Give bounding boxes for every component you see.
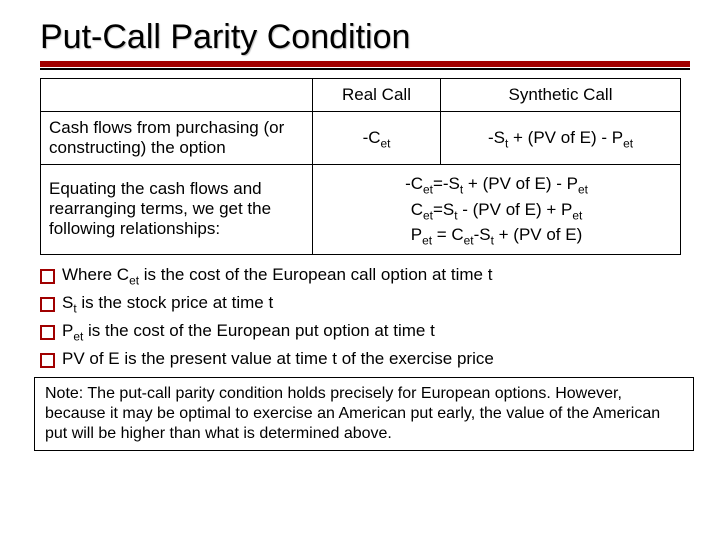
equation-3: Pet = Cet-St + (PV of E) xyxy=(321,222,672,248)
row1-real: -Cet xyxy=(313,112,441,165)
table-header-row: Real Call Synthetic Call xyxy=(41,79,681,112)
footnote-box: Note: The put-call parity condition hold… xyxy=(34,377,694,451)
list-item: PV of E is the present value at time t o… xyxy=(40,349,690,369)
row1-label: Cash flows from purchasing (or construct… xyxy=(41,112,313,165)
list-item: Pet is the cost of the European put opti… xyxy=(40,321,690,341)
header-synthetic-call: Synthetic Call xyxy=(441,79,681,112)
slide-title: Put-Call Parity Condition xyxy=(40,18,690,57)
equation-1: -Cet=-St + (PV of E) - Pet xyxy=(321,171,672,197)
definitions-list: Where Cet is the cost of the European ca… xyxy=(40,265,690,369)
slide: Put-Call Parity Condition Real Call Synt… xyxy=(0,0,720,461)
list-item: St is the stock price at time t xyxy=(40,293,690,313)
header-real-call: Real Call xyxy=(313,79,441,112)
list-item: Where Cet is the cost of the European ca… xyxy=(40,265,690,285)
row2-label: Equating the cash flows and rearranging … xyxy=(41,165,313,255)
title-rule xyxy=(40,61,690,70)
parity-table: Real Call Synthetic Call Cash flows from… xyxy=(40,78,681,255)
header-blank xyxy=(41,79,313,112)
table-row: Equating the cash flows and rearranging … xyxy=(41,165,681,255)
equation-2: Cet=St - (PV of E) + Pet xyxy=(321,197,672,223)
row2-equations: -Cet=-St + (PV of E) - Pet Cet=St - (PV … xyxy=(313,165,681,255)
row1-synth: -St + (PV of E) - Pet xyxy=(441,112,681,165)
table-row: Cash flows from purchasing (or construct… xyxy=(41,112,681,165)
